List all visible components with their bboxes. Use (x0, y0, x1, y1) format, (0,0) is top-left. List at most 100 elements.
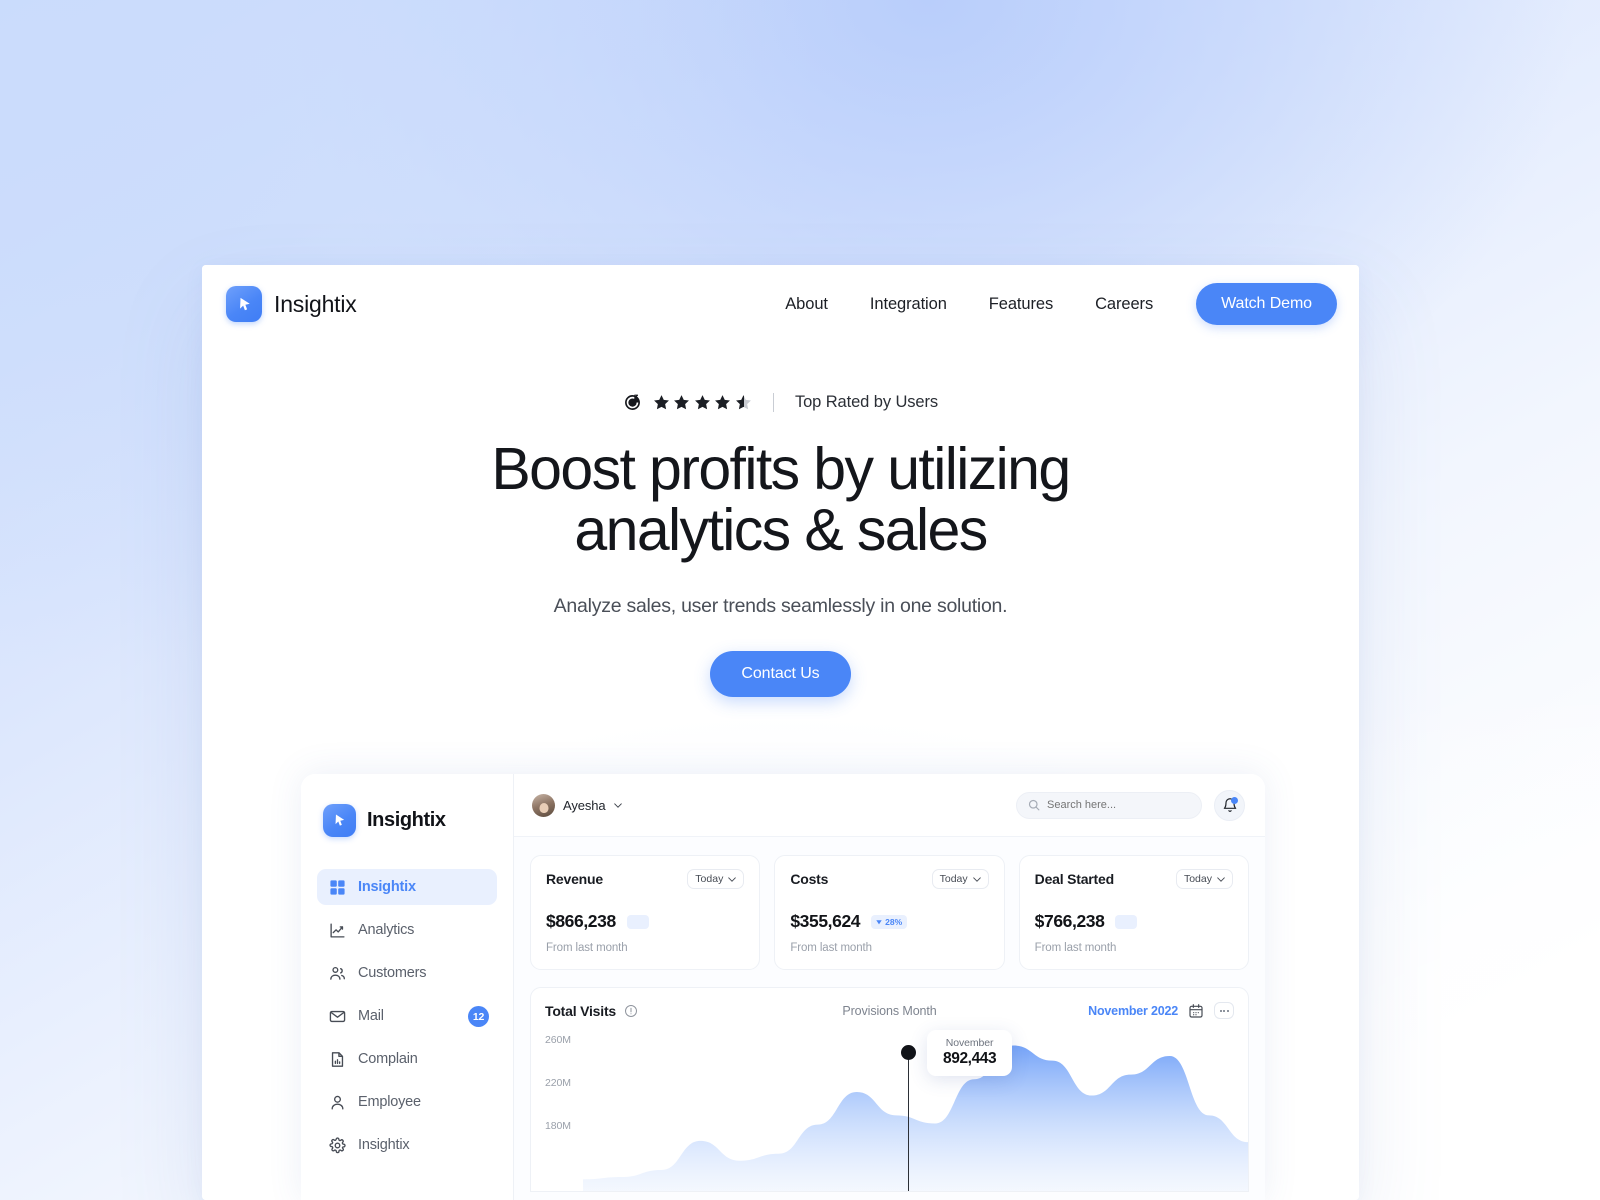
cursor-arrow-icon (323, 804, 356, 837)
arrow-down-icon (876, 919, 882, 924)
stat-value: $866,238 (546, 911, 616, 931)
dashboard-sidebar: Insightix Insightix Analytics Customers (301, 774, 514, 1200)
more-options-button[interactable] (1214, 1002, 1234, 1019)
grid-icon (330, 879, 345, 895)
sidebar-item-label: Insightix (358, 879, 416, 895)
stat-footer: From last month (1034, 942, 1117, 954)
stat-value: $355,624 (790, 911, 861, 931)
page-title: Boost profits by utilizing analytics & s… (202, 436, 1359, 564)
stat-footer: From last month (546, 942, 628, 954)
nav-links: About Integration Features Careers Watch… (764, 283, 1337, 325)
rating-badge: Top Rated by Users (202, 390, 1359, 414)
chevron-down-icon (613, 802, 622, 808)
contact-us-button[interactable]: Contact Us (710, 650, 851, 697)
sidebar-item-settings[interactable]: Insightix (317, 1127, 497, 1163)
info-icon (625, 1004, 637, 1017)
stat-card-costs: Costs Today $355,624 28% From last month (774, 855, 1005, 970)
ellipsis-icon (1223, 1009, 1225, 1012)
sidebar-brand[interactable]: Insightix (301, 804, 513, 837)
dashboard-main: Ayesha Revenue Tod (514, 774, 1265, 1200)
user-name: Ayesha (563, 797, 606, 813)
brand[interactable]: Insightix (226, 286, 357, 322)
search-icon (1028, 799, 1040, 811)
sidebar-item-employee[interactable]: Employee (317, 1084, 497, 1120)
tooltip-guideline (908, 1052, 910, 1191)
star-rating (653, 394, 752, 411)
rating-divider (772, 392, 774, 412)
sidebar-nav: Insightix Analytics Customers Mail 12 Co… (301, 869, 513, 1163)
avatar (532, 793, 555, 817)
stat-delta-placeholder (626, 914, 649, 929)
stat-title: Revenue (546, 871, 603, 887)
sidebar-brand-name: Insightix (367, 809, 446, 831)
brand-name: Insightix (274, 290, 357, 317)
period-label: Today (695, 873, 724, 885)
top-navbar: Insightix About Integration Features Car… (202, 265, 1359, 343)
stat-delta-placeholder (1115, 914, 1138, 929)
sidebar-item-analytics[interactable]: Analytics (317, 912, 497, 948)
sidebar-item-mail[interactable]: Mail 12 (317, 998, 497, 1034)
hero-subtitle: Analyze sales, user trends seamlessly in… (553, 594, 1008, 617)
nav-link-about[interactable]: About (764, 295, 849, 314)
nav-link-integration[interactable]: Integration (849, 295, 968, 314)
headline-line-1: Boost profits by utilizing (491, 436, 1071, 502)
sidebar-item-label: Mail (358, 1008, 384, 1024)
ellipsis-icon (1219, 1009, 1222, 1012)
notification-dot (1231, 796, 1238, 804)
period-label: Today (1183, 873, 1212, 885)
ellipsis-icon (1226, 1009, 1229, 1012)
sidebar-item-insightix[interactable]: Insightix (317, 869, 497, 905)
envelope-icon (329, 1010, 346, 1022)
sidebar-item-label: Analytics (358, 922, 415, 938)
search-box[interactable] (1016, 791, 1202, 819)
sidebar-item-customers[interactable]: Customers (317, 955, 497, 991)
chart-active-point (901, 1045, 916, 1060)
dashboard-preview: Insightix Insightix Analytics Customers (301, 774, 1265, 1200)
period-dropdown[interactable]: Today (931, 869, 989, 889)
status-badge: 28% (871, 914, 908, 929)
hero-section: Top Rated by Users Boost profits by util… (202, 343, 1359, 697)
sidebar-item-label: Complain (358, 1051, 418, 1067)
rating-text: Top Rated by Users (794, 392, 939, 411)
sidebar-item-label: Employee (358, 1094, 421, 1110)
stat-title: Costs (790, 871, 829, 887)
person-icon (331, 1095, 344, 1110)
search-input[interactable] (1047, 799, 1190, 811)
period-dropdown[interactable]: Today (687, 869, 745, 889)
total-visits-chart-panel: Total Visits November 2022 Provisions Mo… (530, 987, 1249, 1192)
stat-title: Deal Started (1034, 871, 1114, 887)
landing-page-card: Insightix About Integration Features Car… (202, 265, 1359, 1200)
mail-badge: 12 (468, 1006, 489, 1027)
cursor-arrow-icon (226, 286, 262, 322)
chevron-down-icon (1217, 876, 1225, 882)
period-label: Today (939, 873, 968, 885)
stat-footer: From last month (790, 942, 872, 954)
chevron-down-icon (972, 876, 981, 882)
chart-center-label: Provisions Month (842, 1004, 937, 1018)
stat-card-revenue: Revenue Today $866,238 From last month (530, 855, 761, 970)
nav-link-features[interactable]: Features (968, 295, 1074, 314)
document-chart-icon (331, 1051, 344, 1067)
delta-value: 28% (885, 916, 903, 927)
star-half-icon (736, 394, 751, 409)
notifications-button[interactable] (1214, 789, 1245, 821)
nav-link-careers[interactable]: Careers (1074, 295, 1174, 314)
user-menu[interactable]: Ayesha (532, 793, 622, 817)
line-chart-icon (330, 922, 345, 938)
watch-demo-button[interactable]: Watch Demo (1196, 283, 1337, 325)
chart-month-label[interactable]: November 2022 (1088, 1004, 1178, 1018)
stat-value: $766,238 (1034, 911, 1105, 931)
sidebar-item-label: Insightix (358, 1137, 410, 1153)
period-dropdown[interactable]: Today (1175, 869, 1233, 889)
stat-card-deal-started: Deal Started Today $766,238 From last mo… (1018, 855, 1249, 970)
sidebar-item-complain[interactable]: Complain (317, 1041, 497, 1077)
g2-logo-icon (623, 393, 642, 412)
dashboard-topbar: Ayesha (514, 774, 1265, 837)
chart-body: 260M 220M 180M November 892,443 (531, 1028, 1248, 1191)
sidebar-item-label: Customers (358, 965, 427, 981)
chevron-down-icon (728, 876, 737, 882)
gear-icon (329, 1136, 346, 1153)
headline-line-2: analytics & sales (574, 497, 988, 564)
chart-title: Total Visits (545, 1002, 616, 1019)
users-icon (330, 966, 345, 980)
